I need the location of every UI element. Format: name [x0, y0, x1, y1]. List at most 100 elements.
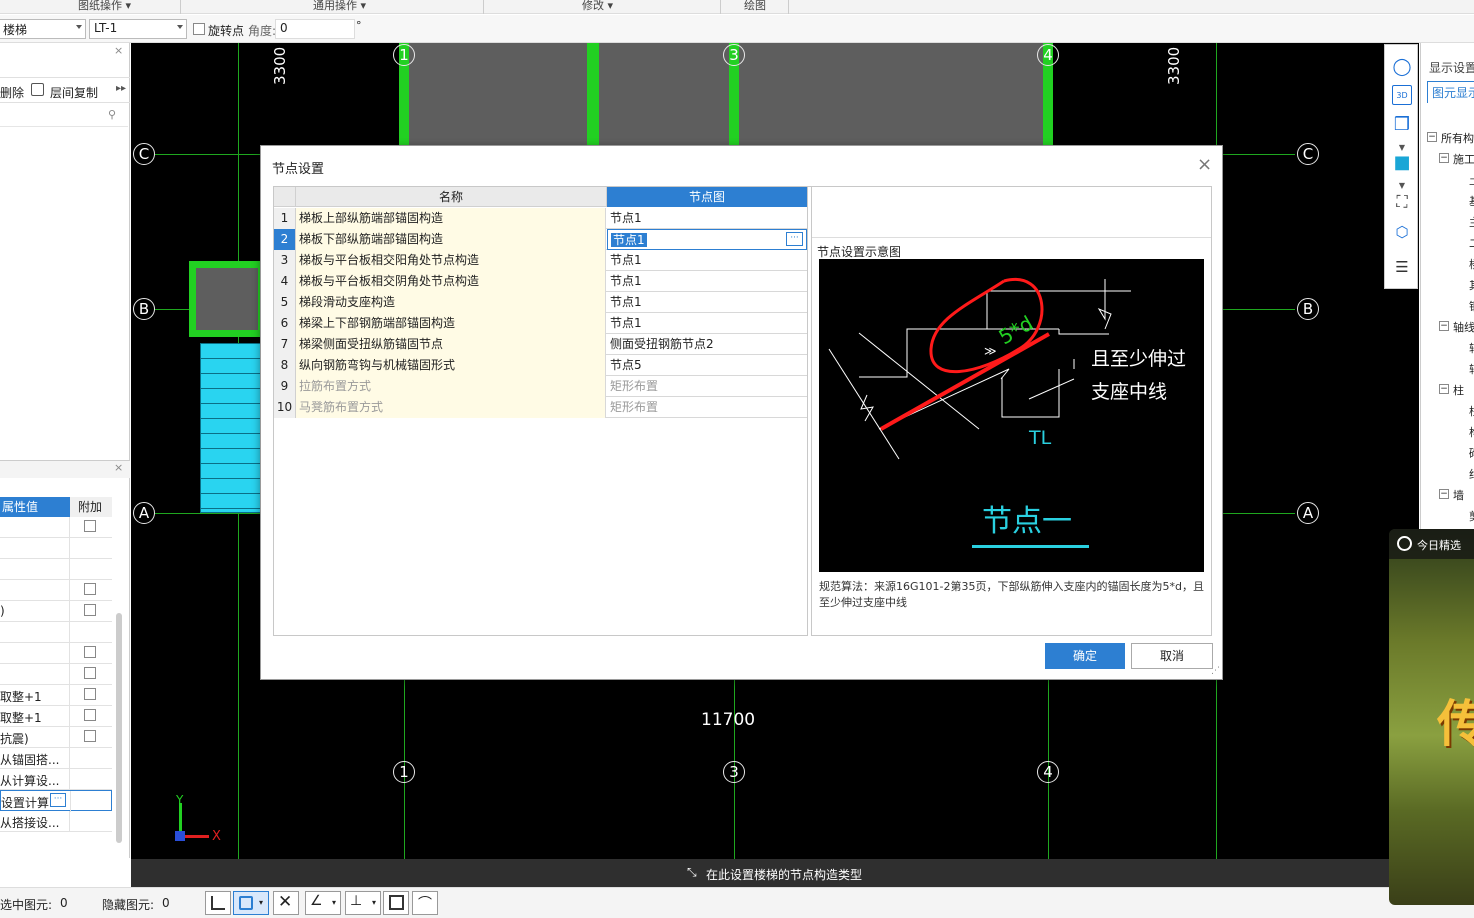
- tree-item[interactable]: − 所有构: [1427, 130, 1474, 150]
- table-row[interactable]: 2 梯板下部纵筋端部锚固构造 节点1 ···: [274, 229, 807, 250]
- landing-platform[interactable]: [189, 261, 265, 337]
- floor-copy-button[interactable]: 层间复制: [50, 84, 98, 101]
- tree-item[interactable]: 轴: [1427, 340, 1474, 360]
- box-select-icon[interactable]: ⬡: [1392, 222, 1412, 242]
- view-3d-icon[interactable]: 3D: [1392, 85, 1412, 105]
- tree-item[interactable]: 约: [1427, 466, 1474, 486]
- extra-checkbox[interactable]: [84, 583, 96, 595]
- property-row[interactable]: [0, 538, 112, 559]
- list-settings-icon[interactable]: ☰: [1392, 257, 1412, 277]
- tree-item[interactable]: 图: [1427, 109, 1474, 129]
- fullscreen-icon[interactable]: ⛶: [1392, 192, 1412, 212]
- tree-item[interactable]: 柱: [1427, 403, 1474, 423]
- close-icon[interactable]: ×: [1197, 154, 1212, 175]
- table-row[interactable]: 10 马凳筋布置方式 矩形布置: [274, 397, 807, 418]
- tree-item[interactable]: − 柱: [1427, 382, 1474, 402]
- extra-checkbox[interactable]: [84, 709, 96, 721]
- property-row[interactable]: [0, 643, 112, 664]
- delete-button[interactable]: 删除: [0, 84, 24, 101]
- tree-item[interactable]: 楼: [1427, 256, 1474, 276]
- ellipsis-button[interactable]: ···: [50, 793, 66, 807]
- expand-icon[interactable]: −: [1439, 321, 1449, 331]
- table-row[interactable]: 7 梯梁侧面受扭纵筋锚固节点 侧面受扭钢筋节点2: [274, 334, 807, 355]
- tree-item[interactable]: 剪: [1427, 508, 1474, 528]
- tree-item[interactable]: 钢: [1427, 298, 1474, 318]
- component-type-select[interactable]: 楼梯: [0, 19, 86, 39]
- tree-item[interactable]: 基: [1427, 193, 1474, 213]
- tree-item[interactable]: 砌: [1427, 445, 1474, 465]
- property-row[interactable]: 从搭接设...: [0, 811, 112, 832]
- tab-element-display[interactable]: 图元显示: [1427, 81, 1474, 103]
- tree-item[interactable]: 构: [1427, 424, 1474, 444]
- cube-outline-icon[interactable]: ❒: [1392, 115, 1412, 135]
- property-row-selected[interactable]: 设置计算 ···: [0, 790, 112, 812]
- angle-icon[interactable]: ∠ ▾: [305, 891, 341, 915]
- close-icon[interactable]: ×: [114, 44, 123, 57]
- component-name-select[interactable]: LT-1: [89, 19, 187, 39]
- extra-checkbox[interactable]: [84, 667, 96, 679]
- close-icon[interactable]: ×: [114, 461, 123, 474]
- cube-solid-icon[interactable]: ■: [1392, 153, 1412, 173]
- table-row[interactable]: 5 梯段滑动支座构造 节点1: [274, 292, 807, 313]
- property-row[interactable]: [0, 664, 112, 685]
- table-row[interactable]: 9 拉筋布置方式 矩形布置: [274, 376, 807, 397]
- ribbon-group-general-ops[interactable]: 通用操作 ▾: [313, 0, 366, 13]
- property-row[interactable]: [0, 580, 112, 601]
- cross-select-icon[interactable]: ✕: [273, 891, 299, 915]
- curve-icon[interactable]: ⌒: [412, 891, 438, 915]
- extra-checkbox[interactable]: [84, 730, 96, 742]
- tree-item[interactable]: 二: [1427, 235, 1474, 255]
- property-row[interactable]: 从计算设...: [0, 769, 112, 790]
- expand-icon[interactable]: −: [1439, 153, 1449, 163]
- orbit-icon[interactable]: ◯: [1392, 57, 1412, 77]
- tree-item[interactable]: − 墙: [1427, 487, 1474, 507]
- dimension-icon[interactable]: ⊥ ▾: [345, 891, 381, 915]
- cancel-button[interactable]: 取消: [1131, 643, 1213, 669]
- property-row[interactable]: 抗震): [0, 727, 112, 748]
- ad-panel[interactable]: 今日精选 传: [1389, 529, 1474, 905]
- property-row[interactable]: 取整+1: [0, 706, 112, 727]
- angle-input[interactable]: 0: [275, 19, 355, 39]
- ellipsis-button[interactable]: ···: [786, 232, 803, 246]
- property-row[interactable]: ): [0, 601, 112, 622]
- ortho-icon[interactable]: [205, 891, 231, 915]
- expand-icon[interactable]: −: [1427, 132, 1437, 142]
- more-icon[interactable]: ▸▸: [116, 83, 126, 94]
- table-row[interactable]: 3 梯板与平台板相交阳角处节点构造 节点1: [274, 250, 807, 271]
- tree-item[interactable]: 主: [1427, 214, 1474, 234]
- snap-icon[interactable]: ▾: [233, 891, 269, 915]
- property-row[interactable]: [0, 517, 112, 538]
- collapse-icon[interactable]: ⤡: [687, 865, 697, 880]
- layer-icon[interactable]: [383, 891, 409, 915]
- property-row[interactable]: 从锚固搭...: [0, 748, 112, 769]
- property-row[interactable]: [0, 559, 112, 580]
- search-input[interactable]: ⚲: [0, 105, 128, 127]
- stair-column[interactable]: [587, 43, 599, 148]
- ok-button[interactable]: 确定: [1045, 643, 1125, 669]
- table-row[interactable]: 8 纵向钢筋弯钩与机械锚固形式 节点5: [274, 355, 807, 376]
- tree-item[interactable]: 土: [1427, 172, 1474, 192]
- table-row[interactable]: 1 梯板上部纵筋端部锚固构造 节点1: [274, 208, 807, 229]
- ribbon-group-modify[interactable]: 修改 ▾: [582, 0, 613, 13]
- extra-checkbox[interactable]: [84, 688, 96, 700]
- table-row[interactable]: 4 梯板与平台板相交阴角处节点构造 节点1: [274, 271, 807, 292]
- table-row[interactable]: 6 梯梁上下部钢筋端部锚固构造 节点1: [274, 313, 807, 334]
- rotate-point-checkbox[interactable]: [193, 23, 205, 35]
- tree-item[interactable]: 轴: [1427, 361, 1474, 381]
- tree-item[interactable]: 其: [1427, 277, 1474, 297]
- ribbon-group-draw[interactable]: 绘图: [744, 0, 766, 13]
- ribbon-group-drawing-ops[interactable]: 图纸操作 ▾: [78, 0, 131, 13]
- stair-flight[interactable]: [200, 343, 262, 513]
- tree-item[interactable]: − 轴线: [1427, 319, 1474, 339]
- extra-checkbox[interactable]: [84, 604, 96, 616]
- expand-icon[interactable]: −: [1439, 489, 1449, 499]
- extra-checkbox[interactable]: [84, 646, 96, 658]
- property-row[interactable]: 取整+1: [0, 685, 112, 706]
- node-select-cell[interactable]: 节点1 ···: [607, 229, 807, 250]
- expand-icon[interactable]: −: [1439, 384, 1449, 394]
- resize-grip-icon[interactable]: ⋰: [1211, 666, 1220, 676]
- extra-checkbox[interactable]: [84, 520, 96, 532]
- tree-item[interactable]: − 施工: [1427, 151, 1474, 171]
- scrollbar[interactable]: [116, 613, 122, 843]
- property-row[interactable]: [0, 622, 112, 643]
